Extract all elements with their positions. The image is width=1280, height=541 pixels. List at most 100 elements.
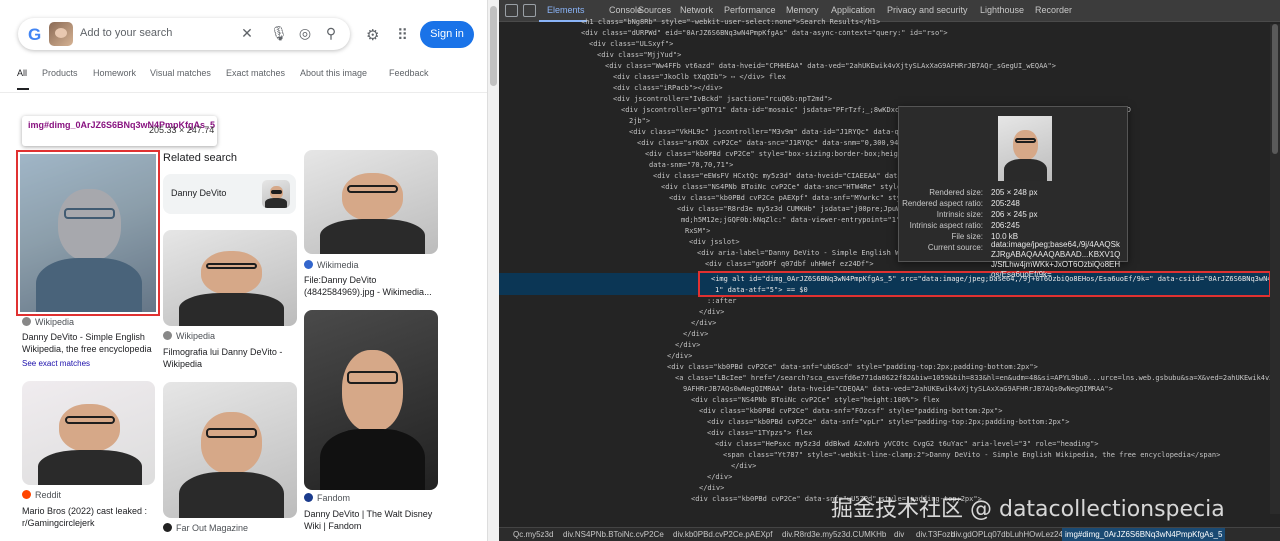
dom-line[interactable]: <div class="gdOPf q07dbf uhHWef ez24Df"> bbox=[499, 259, 1280, 270]
tab-all[interactable]: All bbox=[17, 68, 27, 78]
dom-line[interactable]: <div jscontroller="gOTY1" data-id="mosai… bbox=[499, 105, 1280, 116]
inspect-highlight-overlay bbox=[20, 154, 156, 312]
tab-privacy-and-security[interactable]: Privacy and security bbox=[887, 5, 968, 15]
result-title[interactable]: Filmografia lui Danny DeVito - Wikipedia bbox=[163, 346, 293, 370]
tab-network[interactable]: Network bbox=[680, 5, 713, 15]
result-source: Wikipedia bbox=[163, 331, 215, 341]
dom-line[interactable]: <div aria-label="Danny DeVito - Simple E… bbox=[499, 248, 1280, 259]
tab-lighthouse[interactable]: Lighthouse bbox=[980, 5, 1024, 15]
result-image[interactable] bbox=[163, 382, 297, 518]
tab-sources[interactable]: Sources bbox=[638, 5, 671, 15]
feedback-link[interactable]: Feedback bbox=[389, 68, 429, 78]
tab-homework[interactable]: Homework bbox=[93, 68, 136, 78]
tab-visual-matches[interactable]: Visual matches bbox=[150, 68, 211, 78]
microphone-icon[interactable]: 🎙 bbox=[270, 25, 288, 42]
related-search-label: Danny DeVito bbox=[171, 188, 227, 198]
result-title[interactable]: File:Danny DeVito (4842584969).jpg - Wik… bbox=[304, 274, 438, 298]
device-toolbar-icon[interactable] bbox=[523, 4, 536, 17]
dom-line[interactable]: </div> bbox=[499, 329, 1280, 340]
dom-line[interactable]: <div class="JkoClb tXqQIb"> ⋯ </div> fle… bbox=[499, 72, 1280, 83]
tab-recorder[interactable]: Recorder bbox=[1035, 5, 1072, 15]
dom-line[interactable]: <div jscontroller="IvBckd" jsaction="rcu… bbox=[499, 94, 1280, 105]
dom-line[interactable]: ::after bbox=[499, 296, 1280, 307]
inspect-element-icon[interactable] bbox=[505, 4, 518, 17]
dom-line[interactable]: </div> bbox=[499, 461, 1280, 472]
dom-line[interactable]: <a class="LBcIee" href="/search?sca_esv=… bbox=[499, 373, 1280, 384]
result-title[interactable]: Mario Bros (2022) cast leaked : r/Gaming… bbox=[22, 505, 162, 529]
tooltip-element-name: img#dimg_0ArJZ6S6BNq3wN4PmpKfgAs_5 bbox=[28, 120, 216, 130]
settings-icon[interactable]: ⚙ bbox=[366, 26, 379, 44]
breadcrumb-item[interactable]: div.kb0PBd.cvP2Ce.pAEXpf bbox=[673, 530, 772, 539]
google-logo: G bbox=[28, 25, 42, 44]
breadcrumb-item[interactable]: Qc.my5z3d bbox=[513, 530, 553, 539]
apps-grid-icon[interactable]: ⠿ bbox=[397, 26, 408, 44]
result-title[interactable]: Danny DeVito - Simple English Wikipedia,… bbox=[22, 331, 162, 355]
dom-line[interactable]: <div class="MjjYud"> bbox=[499, 50, 1280, 61]
result-title[interactable]: Danny DeVito | The Walt Disney Wiki | Fa… bbox=[304, 508, 438, 532]
dom-line[interactable]: <div class="1TYpzs"> flex bbox=[499, 428, 1280, 439]
google-results-pane: G Add to your search ✕ 🎙 ◎ ⚲ ⚙ ⠿ Sign in… bbox=[0, 0, 487, 541]
result-image[interactable] bbox=[304, 310, 438, 490]
tab-products[interactable]: Products bbox=[42, 68, 78, 78]
wikipedia-icon bbox=[163, 331, 172, 340]
dom-line[interactable]: <div class="dURPWd" eid="0ArJZ6S6BNq3wN4… bbox=[499, 28, 1280, 39]
tab-performance[interactable]: Performance bbox=[724, 5, 776, 15]
search-icon[interactable]: ⚲ bbox=[322, 25, 340, 42]
lens-icon[interactable]: ◎ bbox=[296, 25, 314, 42]
dom-line[interactable]: <div class="ULSxyf"> bbox=[499, 39, 1280, 50]
breadcrumb-item[interactable]: div bbox=[894, 530, 904, 539]
dom-line[interactable]: <div class="Ww4FFb vt6azd" data-hveid="C… bbox=[499, 61, 1280, 72]
dom-line[interactable]: <div class="srKDX cvP2Ce" data-snc="J1RY… bbox=[499, 138, 1280, 149]
dom-line[interactable]: </div> bbox=[499, 307, 1280, 318]
sign-in-button[interactable]: Sign in bbox=[420, 21, 474, 48]
tab-exact-matches[interactable]: Exact matches bbox=[226, 68, 285, 78]
tab-about-this-image[interactable]: About this image bbox=[300, 68, 367, 78]
dom-line[interactable]: data-snm="70,70,71"> bbox=[499, 160, 1280, 171]
search-bar[interactable]: G Add to your search ✕ 🎙 ◎ ⚲ bbox=[18, 18, 350, 50]
dom-line[interactable]: <div class="NS4PNb BToiNc cvP2Ce" style=… bbox=[499, 395, 1280, 406]
dom-line[interactable]: <div class="NS4PNb BToiNc cvP2Ce" data-s… bbox=[499, 182, 1280, 193]
tab-memory[interactable]: Memory bbox=[786, 5, 819, 15]
breadcrumb-item[interactable]: div.R8rd3e.my5z3d.CUMKHb bbox=[782, 530, 886, 539]
dom-line[interactable]: </div> bbox=[499, 351, 1280, 362]
dom-line[interactable]: <div class="kb0PBd cvP2Ce" data-snf="FOz… bbox=[499, 406, 1280, 417]
dom-line[interactable]: 2jb"> bbox=[499, 116, 1280, 127]
clear-icon[interactable]: ✕ bbox=[238, 25, 256, 42]
dom-line[interactable]: <div class="kb0PBd cvP2Ce" style="box-si… bbox=[499, 149, 1280, 160]
dom-line[interactable]: <div class="VkHL9c" jscontroller="M3v9m"… bbox=[499, 127, 1280, 138]
dom-line[interactable]: <span class="Yt787" style="-webkit-line-… bbox=[499, 450, 1280, 461]
breadcrumb-item[interactable]: div.gdOPLq07dbLuhHOwLez24Df bbox=[951, 530, 1071, 539]
dom-line[interactable]: <div class="R8rd3e my5z3d CUMKHb" jsdata… bbox=[499, 204, 1280, 215]
result-image[interactable] bbox=[304, 150, 438, 254]
dom-line[interactable]: <div class="eEWsFV HCxtQc my5z3d" data-h… bbox=[499, 171, 1280, 182]
result-image[interactable] bbox=[22, 381, 155, 485]
breadcrumb-item[interactable]: div.T3Fozb bbox=[916, 530, 955, 539]
dom-tree-scrollbar[interactable] bbox=[1270, 24, 1280, 514]
dom-line[interactable]: </div> bbox=[499, 318, 1280, 329]
dom-line[interactable]: <h1 class="bNg8Rb" style="-webkit-user-s… bbox=[499, 17, 1280, 28]
dom-line[interactable]: 9AFHRrJB7AQs0wNegQIMRAA" data-hveid="CDE… bbox=[499, 384, 1280, 395]
dom-line[interactable]: <div class="kb0PBd cvP2Ce" data-snf="ubG… bbox=[499, 362, 1280, 373]
dom-line[interactable]: md;h5M12e;jGQF0b:kNqZlc:" data-viewer-en… bbox=[499, 215, 1280, 226]
dom-line[interactable]: <div class="iRPacb"></div> bbox=[499, 83, 1280, 94]
see-exact-matches-link[interactable]: See exact matches bbox=[22, 359, 90, 368]
dom-line[interactable]: <div class="kb0PBd cvP2Ce" data-snf="vpL… bbox=[499, 417, 1280, 428]
related-search-chip[interactable]: Danny DeVito bbox=[163, 174, 296, 214]
dom-line[interactable]: </div> bbox=[499, 472, 1280, 483]
dom-line[interactable]: RxSM"> bbox=[499, 226, 1280, 237]
dom-line[interactable]: <div class="kb0PBd cvP2Ce pAEXpf" data-s… bbox=[499, 193, 1280, 204]
dom-line[interactable]: </div> bbox=[499, 340, 1280, 351]
search-image-thumbnail[interactable] bbox=[49, 22, 73, 46]
dom-line[interactable]: <div class="HePsxc my5z3d ddBkwd A2xNrb … bbox=[499, 439, 1280, 450]
breadcrumb-item[interactable]: img#dimg_0ArJZ6S6BNq3wN4PmpKfgAs_5 bbox=[1062, 528, 1226, 541]
selected-result-image[interactable] bbox=[16, 150, 160, 316]
result-image[interactable] bbox=[163, 230, 297, 326]
result-source: Wikipedia bbox=[22, 317, 74, 327]
search-input[interactable]: Add to your search bbox=[80, 27, 172, 39]
popup-label: Rendered size: bbox=[929, 188, 983, 197]
tab-elements[interactable]: Elements bbox=[547, 5, 585, 15]
results-scrollbar[interactable] bbox=[487, 0, 499, 541]
dom-line[interactable]: <div jsslot> bbox=[499, 237, 1280, 248]
breadcrumb-item[interactable]: div.NS4PNb.BToiNc.cvP2Ce bbox=[563, 530, 664, 539]
tab-application[interactable]: Application bbox=[831, 5, 875, 15]
